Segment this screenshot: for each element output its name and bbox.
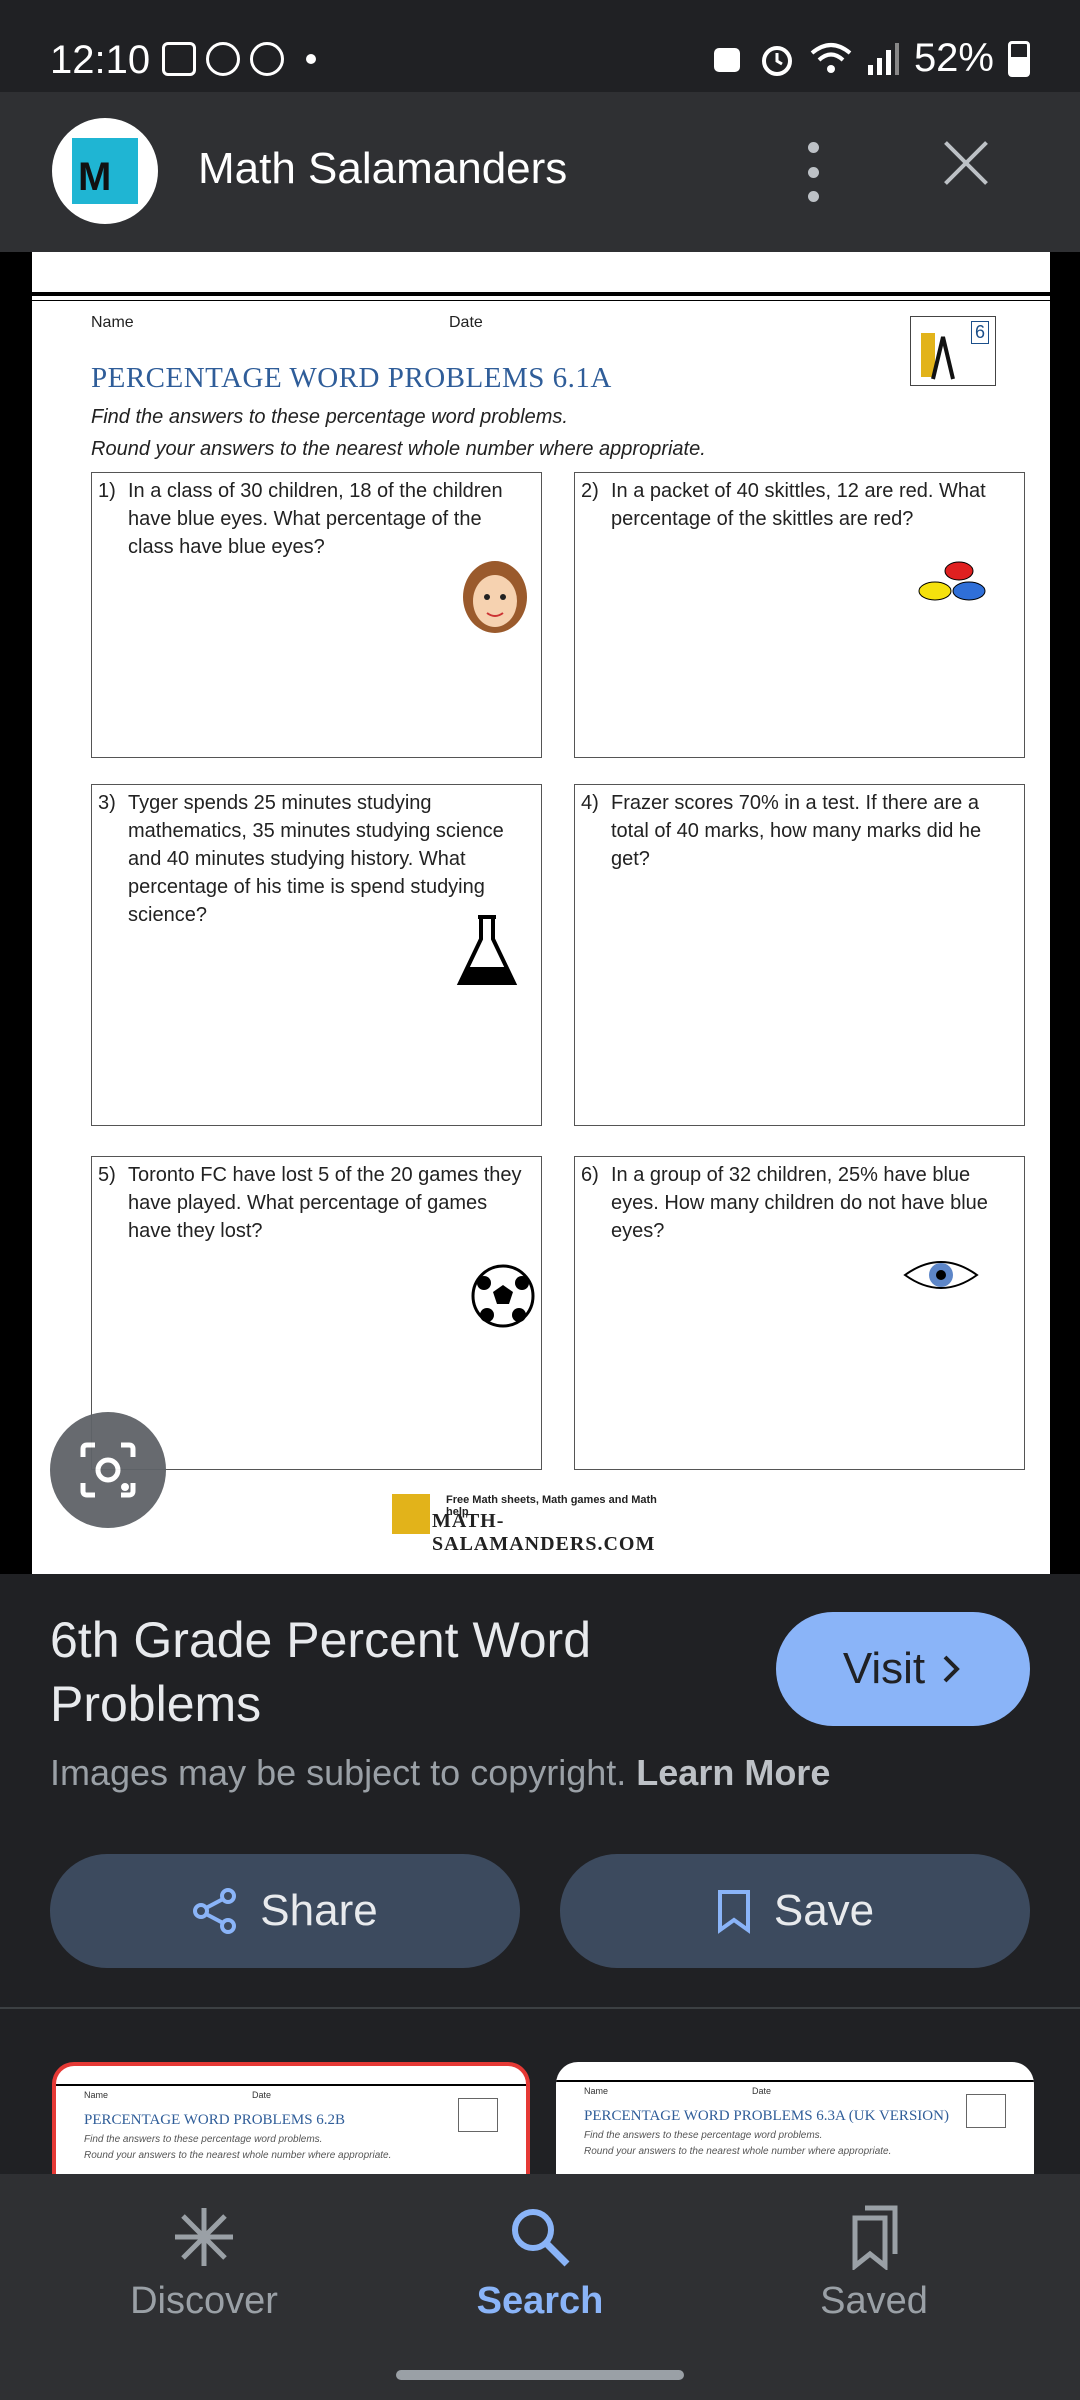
- copyright-notice: Images may be subject to copyright. Lear…: [50, 1752, 830, 1794]
- salamander-footer-icon: [392, 1494, 430, 1534]
- question-box-4: 4) Frazer scores 70% in a test. If there …: [574, 784, 1025, 1126]
- related-image-2[interactable]: Name Date PERCENTAGE WORD PROBLEMS 6.3A …: [556, 2062, 1034, 2182]
- whatsapp-icon: [250, 42, 284, 76]
- worksheet-name-label: Name: [91, 314, 134, 331]
- battery-percent: 52%: [913, 36, 994, 80]
- home-gesture-bar[interactable]: [396, 2370, 684, 2380]
- worksheet-title: PERCENTAGE WORD PROBLEMS 6.1A: [91, 362, 612, 394]
- question-number: 5): [98, 1164, 116, 1186]
- eye-icon: [903, 1261, 979, 1289]
- grade-badge: 6: [910, 316, 996, 386]
- signal-icon: [867, 42, 899, 75]
- battery-icon: [1008, 40, 1030, 77]
- status-time: 12:10: [50, 38, 151, 82]
- related-date-label: Date: [252, 2090, 272, 2100]
- question-box-5: 5) Toronto FC have lost 5 of the 20 games…: [91, 1156, 542, 1470]
- asterisk-icon: [175, 2208, 233, 2266]
- site-logo[interactable]: M: [52, 118, 158, 224]
- related-date-label: Date: [752, 2086, 772, 2096]
- nav-saved[interactable]: Saved: [734, 2204, 1014, 2323]
- related-title: PERCENTAGE WORD PROBLEMS 6.2B: [84, 2112, 346, 2128]
- bookmarks-icon: [852, 2205, 898, 2270]
- related-line-1: Find the answers to these percentage wor…: [84, 2134, 323, 2145]
- worksheet-top-rule-thin: [32, 300, 1050, 301]
- flask-icon: [456, 915, 518, 985]
- close-icon[interactable]: [940, 136, 992, 188]
- question-text: In a class of 30 children, 18 of the chi…: [128, 480, 503, 558]
- bottom-navigation: Discover Search Saved: [0, 2174, 1080, 2400]
- visit-button[interactable]: Visit: [776, 1612, 1030, 1726]
- notification-icons: [162, 42, 316, 76]
- grade-badge-number: 6: [970, 321, 989, 344]
- question-box-2: 2) In a packet of 40 skittles, 12 are red…: [574, 472, 1025, 758]
- question-text: Toronto FC have lost 5 of the 20 games t…: [128, 1164, 522, 1242]
- share-icon: [193, 1888, 237, 1934]
- related-line-2: Round your answers to the nearest whole …: [84, 2150, 392, 2161]
- question-number: 3): [98, 792, 116, 814]
- section-divider: [0, 2007, 1080, 2009]
- nav-label: Discover: [130, 2280, 278, 2322]
- site-name[interactable]: Math Salamanders: [198, 144, 567, 194]
- question-number: 4): [581, 792, 599, 814]
- learn-more-link[interactable]: Learn More: [636, 1752, 830, 1793]
- question-box-6: 6) In a group of 32 children, 25% have bl…: [574, 1156, 1025, 1470]
- threads-icon: [206, 42, 240, 76]
- question-number: 2): [581, 480, 599, 502]
- related-badge-icon: [458, 2098, 498, 2132]
- worksheet-date-label: Date: [449, 314, 483, 331]
- viewer-header: M Math Salamanders: [0, 92, 1080, 252]
- share-label: Share: [260, 1886, 378, 1935]
- nav-search[interactable]: Search: [400, 2204, 680, 2323]
- question-text: In a group of 32 children, 25% have blue…: [611, 1164, 988, 1242]
- question-text: In a packet of 40 skittles, 12 are red. …: [611, 480, 986, 530]
- salamander-icon: [921, 333, 955, 380]
- alarm-icon: [761, 45, 792, 76]
- nav-discover[interactable]: Discover: [64, 2204, 344, 2323]
- skittles-icon: [918, 561, 986, 601]
- question-text: Tyger spends 25 minutes studying mathema…: [128, 792, 504, 926]
- copyright-text: Images may be subject to copyright.: [50, 1752, 627, 1793]
- save-label: Save: [773, 1886, 875, 1935]
- question-box-3: 3) Tyger spends 25 minutes studying mathe…: [91, 784, 542, 1126]
- girl-face-icon: [463, 561, 527, 633]
- related-line-2: Round your answers to the nearest whole …: [584, 2146, 892, 2157]
- soccer-ball-icon: [471, 1264, 535, 1328]
- nav-label: Search: [476, 2280, 604, 2322]
- gallery-icon: [162, 42, 196, 76]
- share-button[interactable]: Share: [50, 1854, 520, 1968]
- worksheet-instruction-2: Round your answers to the nearest whole …: [91, 438, 706, 460]
- related-name-label: Name: [84, 2090, 109, 2100]
- system-icons: 52%: [710, 36, 1030, 81]
- related-line-1: Find the answers to these percentage wor…: [584, 2130, 823, 2141]
- search-icon: [512, 2209, 570, 2267]
- salamander-logo-icon: M: [72, 138, 138, 204]
- footer-site: MATH-SALAMANDERS.COM: [432, 1510, 656, 1555]
- status-bar: 12:10 52%: [0, 0, 1080, 92]
- bookmark-icon: [717, 1890, 750, 1934]
- worksheet-image: Name Date 6 PERCENTAGE WORD PROBLEMS 6.1…: [32, 252, 1050, 1574]
- question-number: 1): [98, 480, 116, 502]
- related-image-1[interactable]: Name Date PERCENTAGE WORD PROBLEMS 6.2B …: [52, 2062, 530, 2182]
- related-title: PERCENTAGE WORD PROBLEMS 6.3A (UK VERSIO…: [584, 2108, 949, 2124]
- worksheet-instruction-1: Find the answers to these percentage wor…: [91, 406, 568, 428]
- save-button[interactable]: Save: [560, 1854, 1030, 1968]
- wifi-icon: [810, 42, 852, 73]
- related-badge-icon: [966, 2094, 1006, 2128]
- question-text: Frazer scores 70% in a test. If there ar…: [611, 792, 982, 870]
- recycle-icon: [713, 47, 740, 72]
- more-options-icon[interactable]: [798, 142, 828, 202]
- question-number: 6): [581, 1164, 599, 1186]
- more-notifications-icon: [306, 54, 316, 64]
- worksheet-top-rule: [32, 292, 1050, 296]
- image-title: 6th Grade Percent Word Problems: [50, 1612, 592, 1732]
- image-preview[interactable]: Name Date 6 PERCENTAGE WORD PROBLEMS 6.1…: [0, 252, 1080, 1574]
- worksheet-footer: Free Math sheets, Math games and Math he…: [392, 1494, 682, 1555]
- question-box-1: 1) In a class of 30 children, 18 of the c…: [91, 472, 542, 758]
- chevron-right-icon: [943, 1655, 960, 1683]
- related-name-label: Name: [584, 2086, 609, 2096]
- visit-label: Visit: [842, 1644, 926, 1693]
- lens-icon: [80, 1442, 136, 1498]
- nav-label: Saved: [820, 2280, 928, 2322]
- lens-search-button[interactable]: [50, 1412, 166, 1528]
